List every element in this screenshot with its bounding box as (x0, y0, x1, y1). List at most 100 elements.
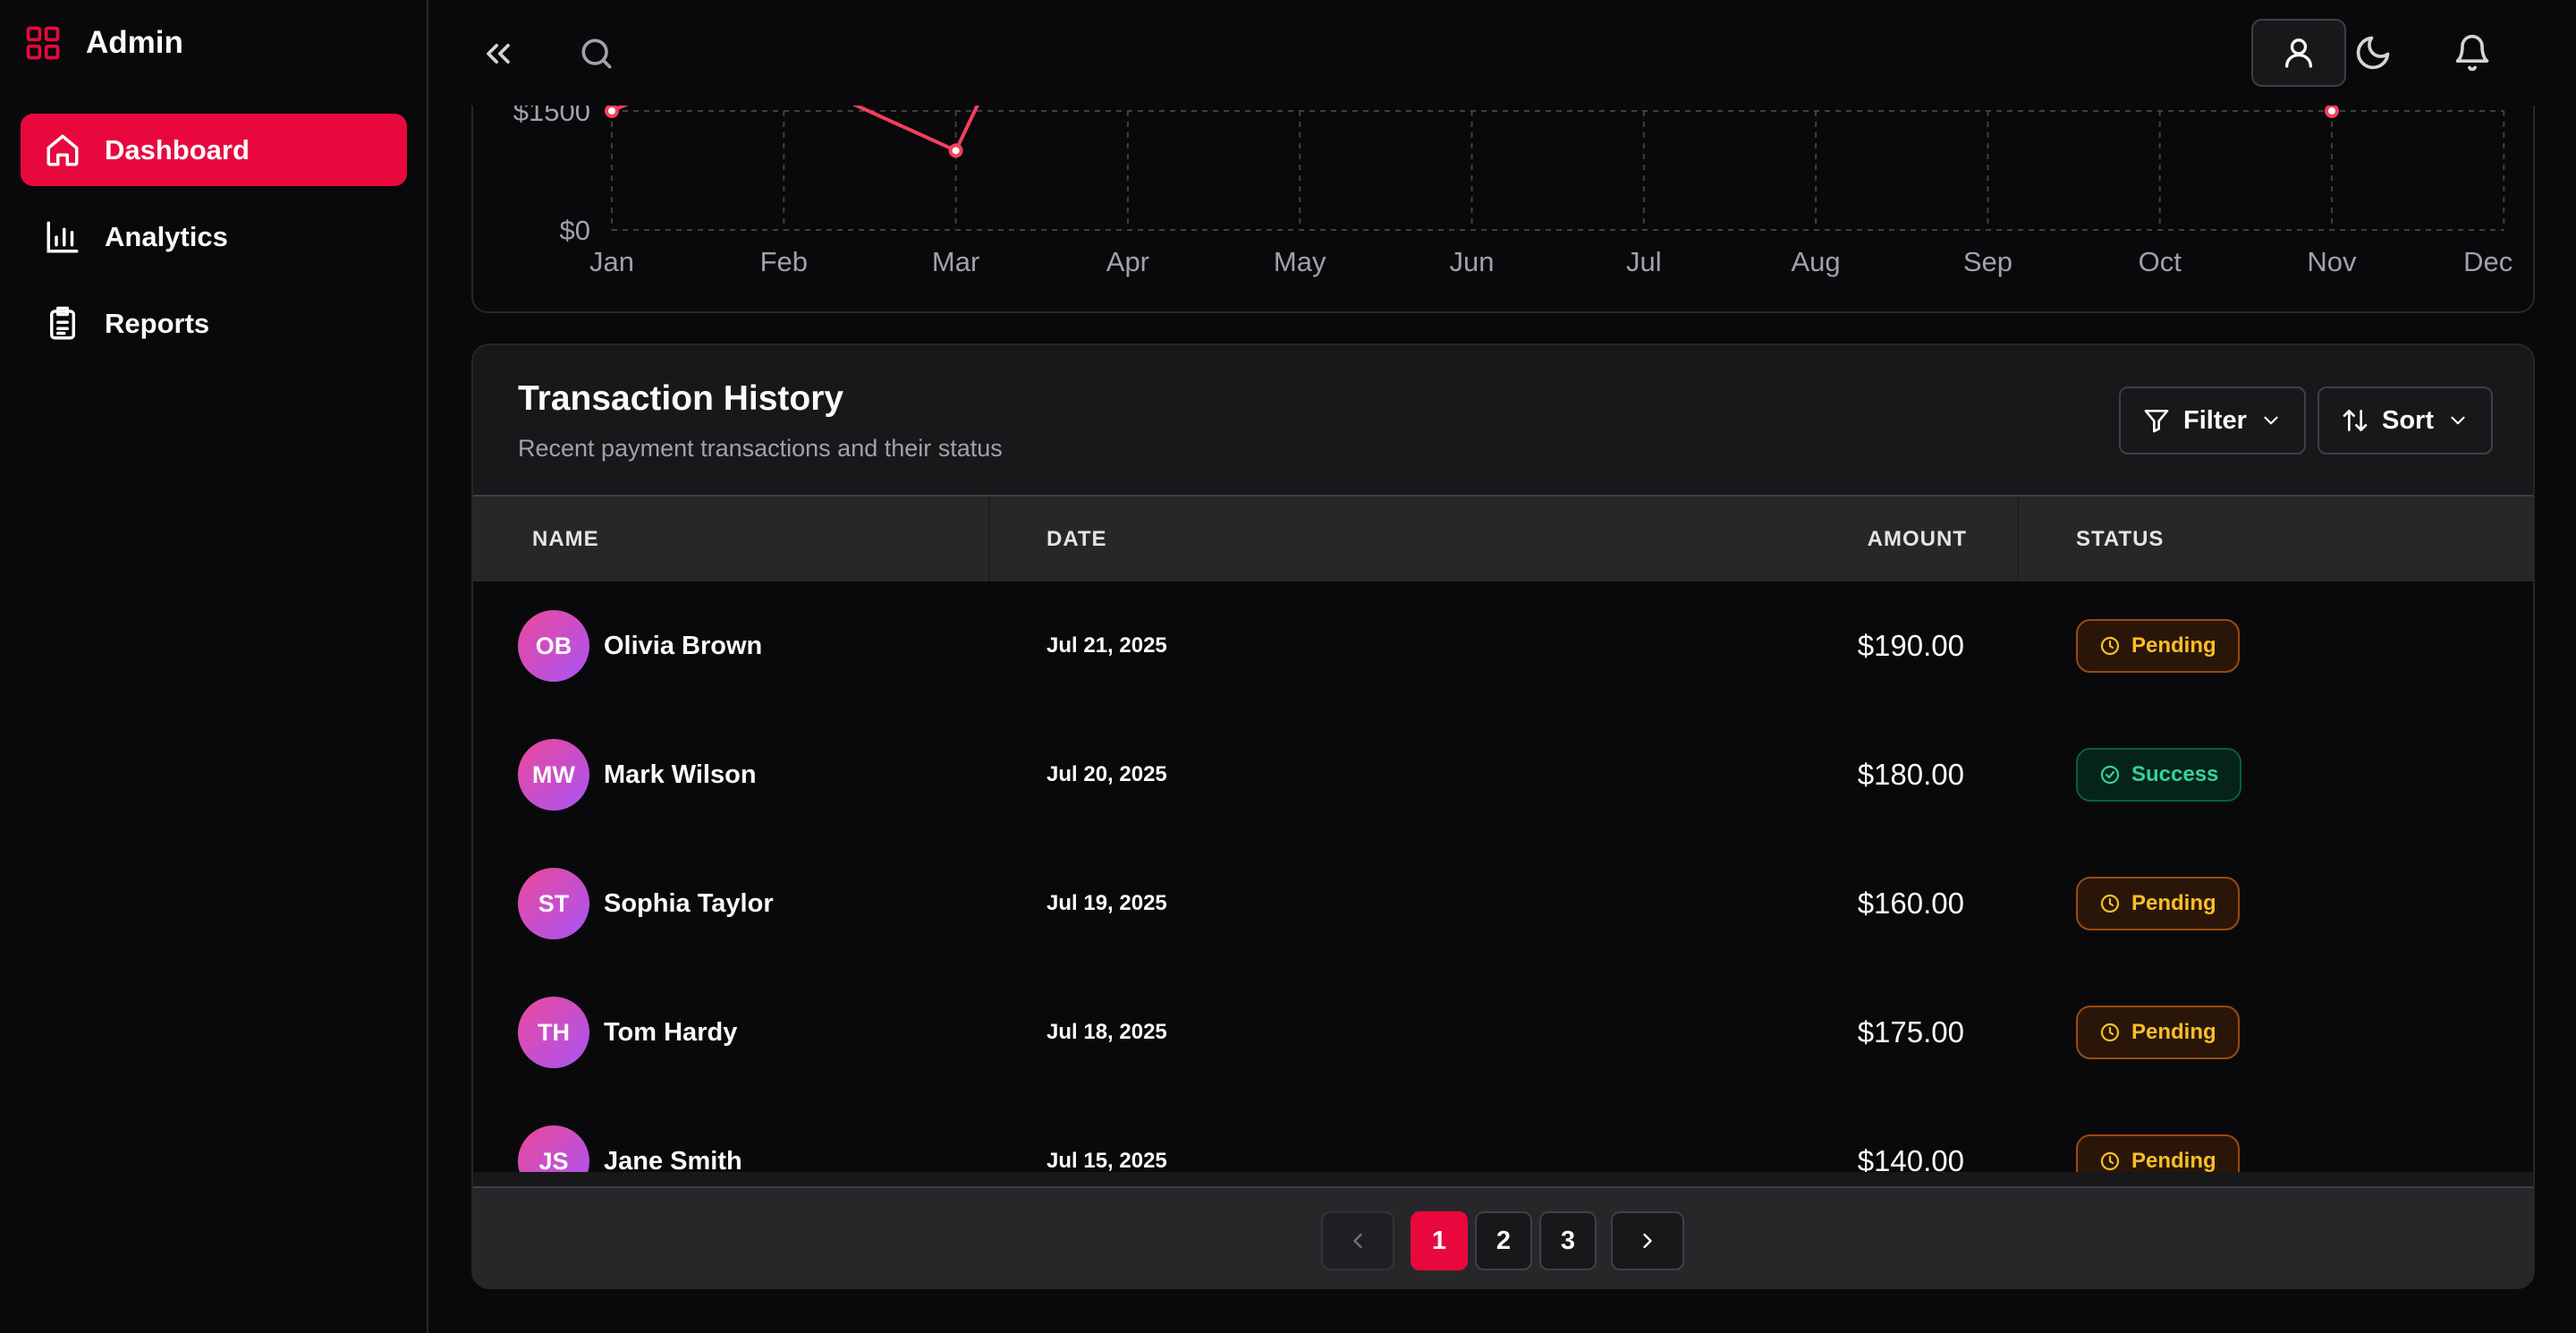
x-tick-label: Feb (760, 246, 808, 277)
bell-icon[interactable] (2453, 33, 2492, 72)
sidebar-nav: Dashboard Analytics Reports (21, 114, 407, 374)
table-row[interactable]: OB Olivia Brown Jul 21, 2025 $190.00 Pen… (473, 582, 2533, 710)
home-icon (47, 134, 79, 166)
brand-name: Admin (86, 25, 183, 60)
customer-name: Jane Smith (604, 1146, 742, 1173)
y-tick-label: $0 (560, 215, 590, 246)
transaction-amount: $180.00 (1857, 758, 1964, 791)
x-tick-label: Dec (2463, 246, 2512, 277)
table-row[interactable]: ST Sophia Taylor Jul 19, 2025 $160.00 Pe… (473, 839, 2533, 968)
column-header-status[interactable]: STATUS (2076, 497, 2164, 582)
column-header-amount[interactable]: AMOUNT (1860, 497, 1967, 582)
table-body: OB Olivia Brown Jul 21, 2025 $190.00 Pen… (473, 582, 2533, 1172)
x-tick-label: Oct (2139, 246, 2182, 277)
x-tick-label: Mar (932, 246, 979, 277)
status-badge: Pending (2076, 1006, 2240, 1059)
column-divider (2017, 497, 2019, 582)
transaction-date: Jul 20, 2025 (1046, 762, 1167, 786)
check-circle-icon (2100, 765, 2120, 785)
x-tick-label: Sep (1963, 246, 2012, 277)
table-row[interactable]: TH Tom Hardy Jul 18, 2025 $175.00 Pendin… (473, 968, 2533, 1097)
transaction-amount: $160.00 (1857, 887, 1964, 920)
grid-logo-icon (26, 26, 60, 60)
chevron-down-icon (2264, 416, 2278, 425)
status-label: Pending (2131, 1149, 2216, 1172)
customer-name: Olivia Brown (604, 631, 763, 660)
x-tick-label: Jan (589, 246, 634, 277)
avatar: TH (518, 997, 589, 1068)
status-label: Pending (2131, 1020, 2216, 1044)
column-divider (988, 497, 990, 582)
clock-icon (2100, 894, 2120, 913)
filter-button[interactable]: Filter (2119, 386, 2306, 454)
x-tick-label: Apr (1106, 246, 1149, 277)
clock-icon (2100, 1151, 2120, 1171)
customer-name: Tom Hardy (604, 1017, 738, 1047)
transaction-history-card: Transaction History Recent payment trans… (471, 344, 2535, 1289)
transaction-date: Jul 18, 2025 (1046, 1020, 1167, 1044)
filter-icon (2144, 410, 2169, 433)
customer-name: Sophia Taylor (604, 888, 774, 918)
brand[interactable]: Admin (23, 23, 183, 63)
sidebar-item-dashboard[interactable]: Dashboard (21, 114, 407, 186)
sidebar-item-label: Reports (105, 307, 210, 339)
user-icon (2285, 38, 2312, 68)
column-header-date[interactable]: DATE (1046, 497, 1107, 582)
status-badge: Success (2076, 748, 2242, 802)
x-tick-label: Jul (1626, 246, 1662, 277)
status-badge: Pending (2076, 619, 2240, 673)
sort-button[interactable]: Sort (2318, 386, 2493, 454)
avatar: OB (518, 610, 589, 682)
transaction-amount: $175.00 (1857, 1015, 1964, 1049)
sidebar-item-label: Analytics (105, 220, 228, 252)
search-icon[interactable] (577, 34, 616, 73)
status-label: Pending (2131, 633, 2216, 658)
previous-page-button[interactable] (1321, 1211, 1394, 1270)
status-badge: Pending (2076, 877, 2240, 930)
filter-label: Filter (2183, 405, 2247, 435)
next-page-button[interactable] (1611, 1211, 1684, 1270)
x-tick-label: Jun (1450, 246, 1495, 277)
page-button-3[interactable]: 3 (1539, 1211, 1597, 1270)
sidebar-item-analytics[interactable]: Analytics (21, 200, 407, 273)
transaction-date: Jul 19, 2025 (1046, 891, 1167, 915)
transaction-date: Jul 21, 2025 (1046, 633, 1167, 658)
data-point[interactable] (605, 104, 619, 118)
avatar: ST (518, 868, 589, 939)
transaction-date: Jul 15, 2025 (1046, 1149, 1167, 1172)
table-row[interactable]: MW Mark Wilson Jul 20, 2025 $180.00 Succ… (473, 710, 2533, 839)
x-tick-label: Nov (2307, 246, 2357, 277)
chevron-down-icon (2451, 416, 2465, 425)
moon-icon[interactable] (2353, 33, 2393, 72)
sort-label: Sort (2382, 405, 2434, 435)
x-tick-label: May (1274, 246, 1326, 277)
x-tick-label: Aug (1792, 246, 1841, 277)
clock-icon (2100, 1023, 2120, 1042)
sidebar: Admin Dashboard Analytics Reports (0, 0, 428, 1333)
table-header: NAME DATE AMOUNT STATUS (473, 497, 2533, 582)
avatar: JS (518, 1125, 589, 1172)
pagination: 1 2 3 (473, 1186, 2533, 1287)
card-header: Transaction History Recent payment trans… (473, 345, 2533, 497)
card-subtitle: Recent payment transactions and their st… (518, 435, 1003, 462)
chevron-left-icon (1353, 1233, 1362, 1249)
user-menu-button[interactable] (2251, 19, 2346, 87)
data-point[interactable] (2325, 104, 2339, 118)
bar-chart-icon (47, 221, 79, 252)
column-header-name[interactable]: NAME (532, 497, 599, 582)
clock-icon (2100, 636, 2120, 656)
page-button-2[interactable]: 2 (1475, 1211, 1532, 1270)
status-label: Pending (2131, 891, 2216, 915)
data-point[interactable] (948, 143, 963, 158)
page-button-1[interactable]: 1 (1411, 1211, 1468, 1270)
status-badge: Pending (2076, 1134, 2240, 1172)
status-label: Success (2131, 762, 2219, 786)
sidebar-item-label: Dashboard (105, 133, 250, 166)
table-row[interactable]: JS Jane Smith Jul 15, 2025 $140.00 Pendi… (473, 1097, 2533, 1172)
clipboard-icon (50, 306, 75, 339)
avatar: MW (518, 739, 589, 811)
card-title: Transaction History (518, 379, 844, 418)
chevron-right-icon (1643, 1233, 1652, 1249)
sidebar-item-reports[interactable]: Reports (21, 287, 407, 360)
collapse-sidebar-icon[interactable] (479, 34, 518, 73)
